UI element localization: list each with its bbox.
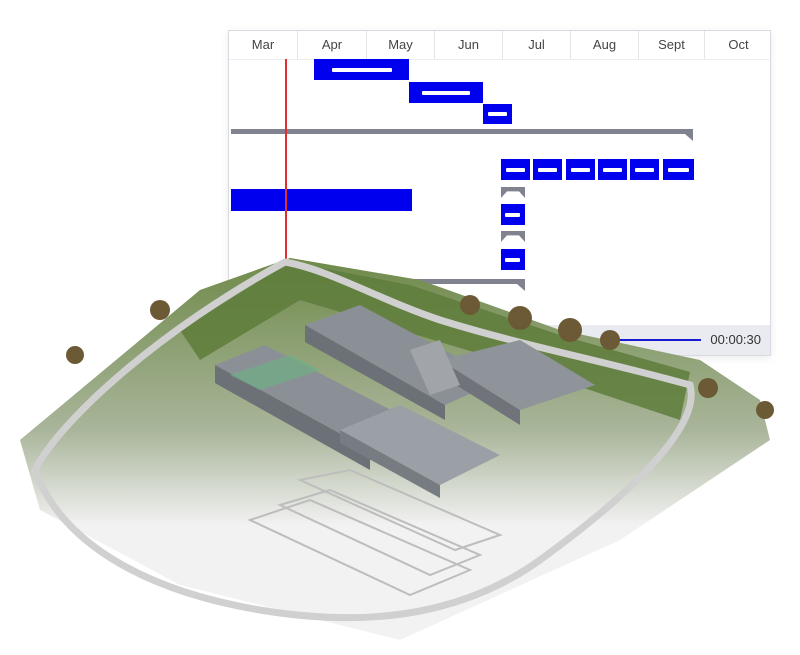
month-jul: Jul [503,31,571,59]
task-bar[interactable] [663,159,694,180]
month-aug: Aug [571,31,639,59]
task-bar[interactable] [630,159,659,180]
task-bar[interactable] [501,159,530,180]
task-bar[interactable] [566,159,595,180]
month-header: Mar Apr May Jun Jul Aug Sept Oct [229,31,770,60]
gantt-chart-panel: Mar Apr May Jun Jul Aug Sept Oct 00:00:3… [228,30,771,356]
month-jun: Jun [435,31,503,59]
summary-bar[interactable] [231,129,693,141]
task-bar[interactable] [501,204,525,225]
month-mar: Mar [229,31,298,59]
time-readout: 00:00:30 [710,332,761,347]
month-oct: Oct [728,37,749,52]
task-bar[interactable] [231,189,412,211]
task-bar[interactable] [409,82,483,103]
month-apr: Apr [298,31,367,59]
current-date-line [285,59,287,269]
task-bar[interactable] [314,59,409,80]
playback-progress[interactable] [593,339,701,341]
task-bar[interactable] [533,159,562,180]
basins [247,468,503,597]
milestone-marker[interactable] [501,187,525,198]
summary-bar[interactable] [396,279,525,291]
task-bar[interactable] [483,104,512,124]
playback-bar: 00:00:30 [229,325,770,355]
month-sept: Sept [639,31,705,59]
task-bar[interactable] [598,159,627,180]
task-bar[interactable] [501,249,525,270]
milestone-marker[interactable] [501,231,525,242]
month-may: May [367,31,435,59]
